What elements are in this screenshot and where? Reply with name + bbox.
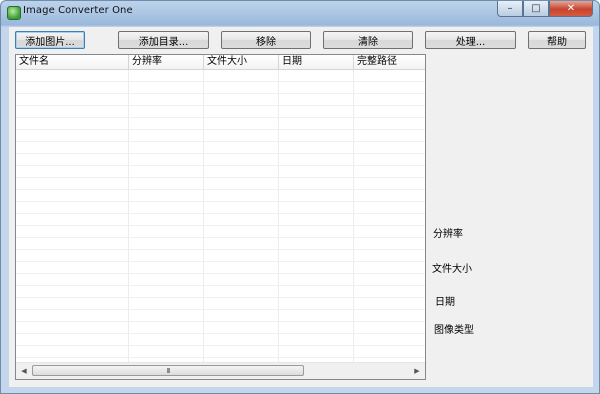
scroll-thumb[interactable]: III bbox=[32, 365, 304, 376]
list-row-gridline bbox=[16, 226, 425, 238]
list-row-gridline bbox=[16, 154, 425, 166]
list-row-gridline bbox=[16, 94, 425, 106]
file-list-header: 文件名 分辨率 文件大小 日期 完整路径 bbox=[16, 55, 425, 70]
clear-button[interactable]: 清除 bbox=[323, 31, 413, 49]
add-folder-button[interactable]: 添加目录... bbox=[118, 31, 209, 49]
list-row-gridline bbox=[16, 118, 425, 130]
file-list[interactable]: 文件名 分辨率 文件大小 日期 完整路径 ◀ III ▶ bbox=[15, 54, 426, 380]
window-controls: – □ ✕ bbox=[497, 1, 593, 17]
date-label: 日期 bbox=[435, 297, 455, 308]
process-button[interactable]: 处理... bbox=[425, 31, 516, 49]
list-row-gridline bbox=[16, 238, 425, 250]
list-row-gridline bbox=[16, 106, 425, 118]
resolution-label: 分辨率 bbox=[433, 229, 463, 240]
list-row-gridline bbox=[16, 142, 425, 154]
list-row-gridline bbox=[16, 178, 425, 190]
file-list-body bbox=[16, 70, 425, 370]
add-image-button[interactable]: 添加图片... bbox=[15, 31, 85, 49]
scroll-left-icon[interactable]: ◀ bbox=[16, 363, 32, 379]
scroll-right-icon[interactable]: ▶ bbox=[409, 363, 425, 379]
filesize-label: 文件大小 bbox=[432, 264, 472, 275]
list-row-gridline bbox=[16, 202, 425, 214]
window-title: Image Converter One bbox=[23, 5, 133, 16]
column-header-filesize[interactable]: 文件大小 bbox=[204, 55, 279, 70]
list-row-gridline bbox=[16, 130, 425, 142]
list-row-gridline bbox=[16, 82, 425, 94]
list-row-gridline bbox=[16, 346, 425, 358]
list-row-gridline bbox=[16, 334, 425, 346]
maximize-button[interactable]: □ bbox=[523, 1, 549, 17]
list-row-gridline bbox=[16, 250, 425, 262]
list-row-gridline bbox=[16, 310, 425, 322]
list-row-gridline bbox=[16, 214, 425, 226]
column-header-date[interactable]: 日期 bbox=[279, 55, 354, 70]
list-row-gridline bbox=[16, 286, 425, 298]
horizontal-scrollbar[interactable]: ◀ III ▶ bbox=[16, 362, 425, 379]
app-icon bbox=[7, 6, 21, 20]
list-row-gridline bbox=[16, 322, 425, 334]
app-window: Image Converter One – □ ✕ 添加图片... 添加目录..… bbox=[0, 0, 600, 394]
list-row-gridline bbox=[16, 298, 425, 310]
column-header-fullpath[interactable]: 完整路径 bbox=[354, 55, 425, 70]
column-header-filename[interactable]: 文件名 bbox=[16, 55, 129, 70]
remove-button[interactable]: 移除 bbox=[221, 31, 311, 49]
minimize-button[interactable]: – bbox=[497, 1, 523, 17]
list-row-gridline bbox=[16, 190, 425, 202]
client-area: 添加图片... 添加目录... 移除 清除 处理... 帮助 文件名 分辨率 文… bbox=[9, 27, 593, 387]
image-type-label: 图像类型 bbox=[434, 325, 474, 336]
column-header-resolution[interactable]: 分辨率 bbox=[129, 55, 204, 70]
list-row-gridline bbox=[16, 70, 425, 82]
list-row-gridline bbox=[16, 274, 425, 286]
list-row-gridline bbox=[16, 262, 425, 274]
close-button[interactable]: ✕ bbox=[549, 1, 593, 17]
help-button[interactable]: 帮助 bbox=[528, 31, 586, 49]
list-row-gridline bbox=[16, 166, 425, 178]
